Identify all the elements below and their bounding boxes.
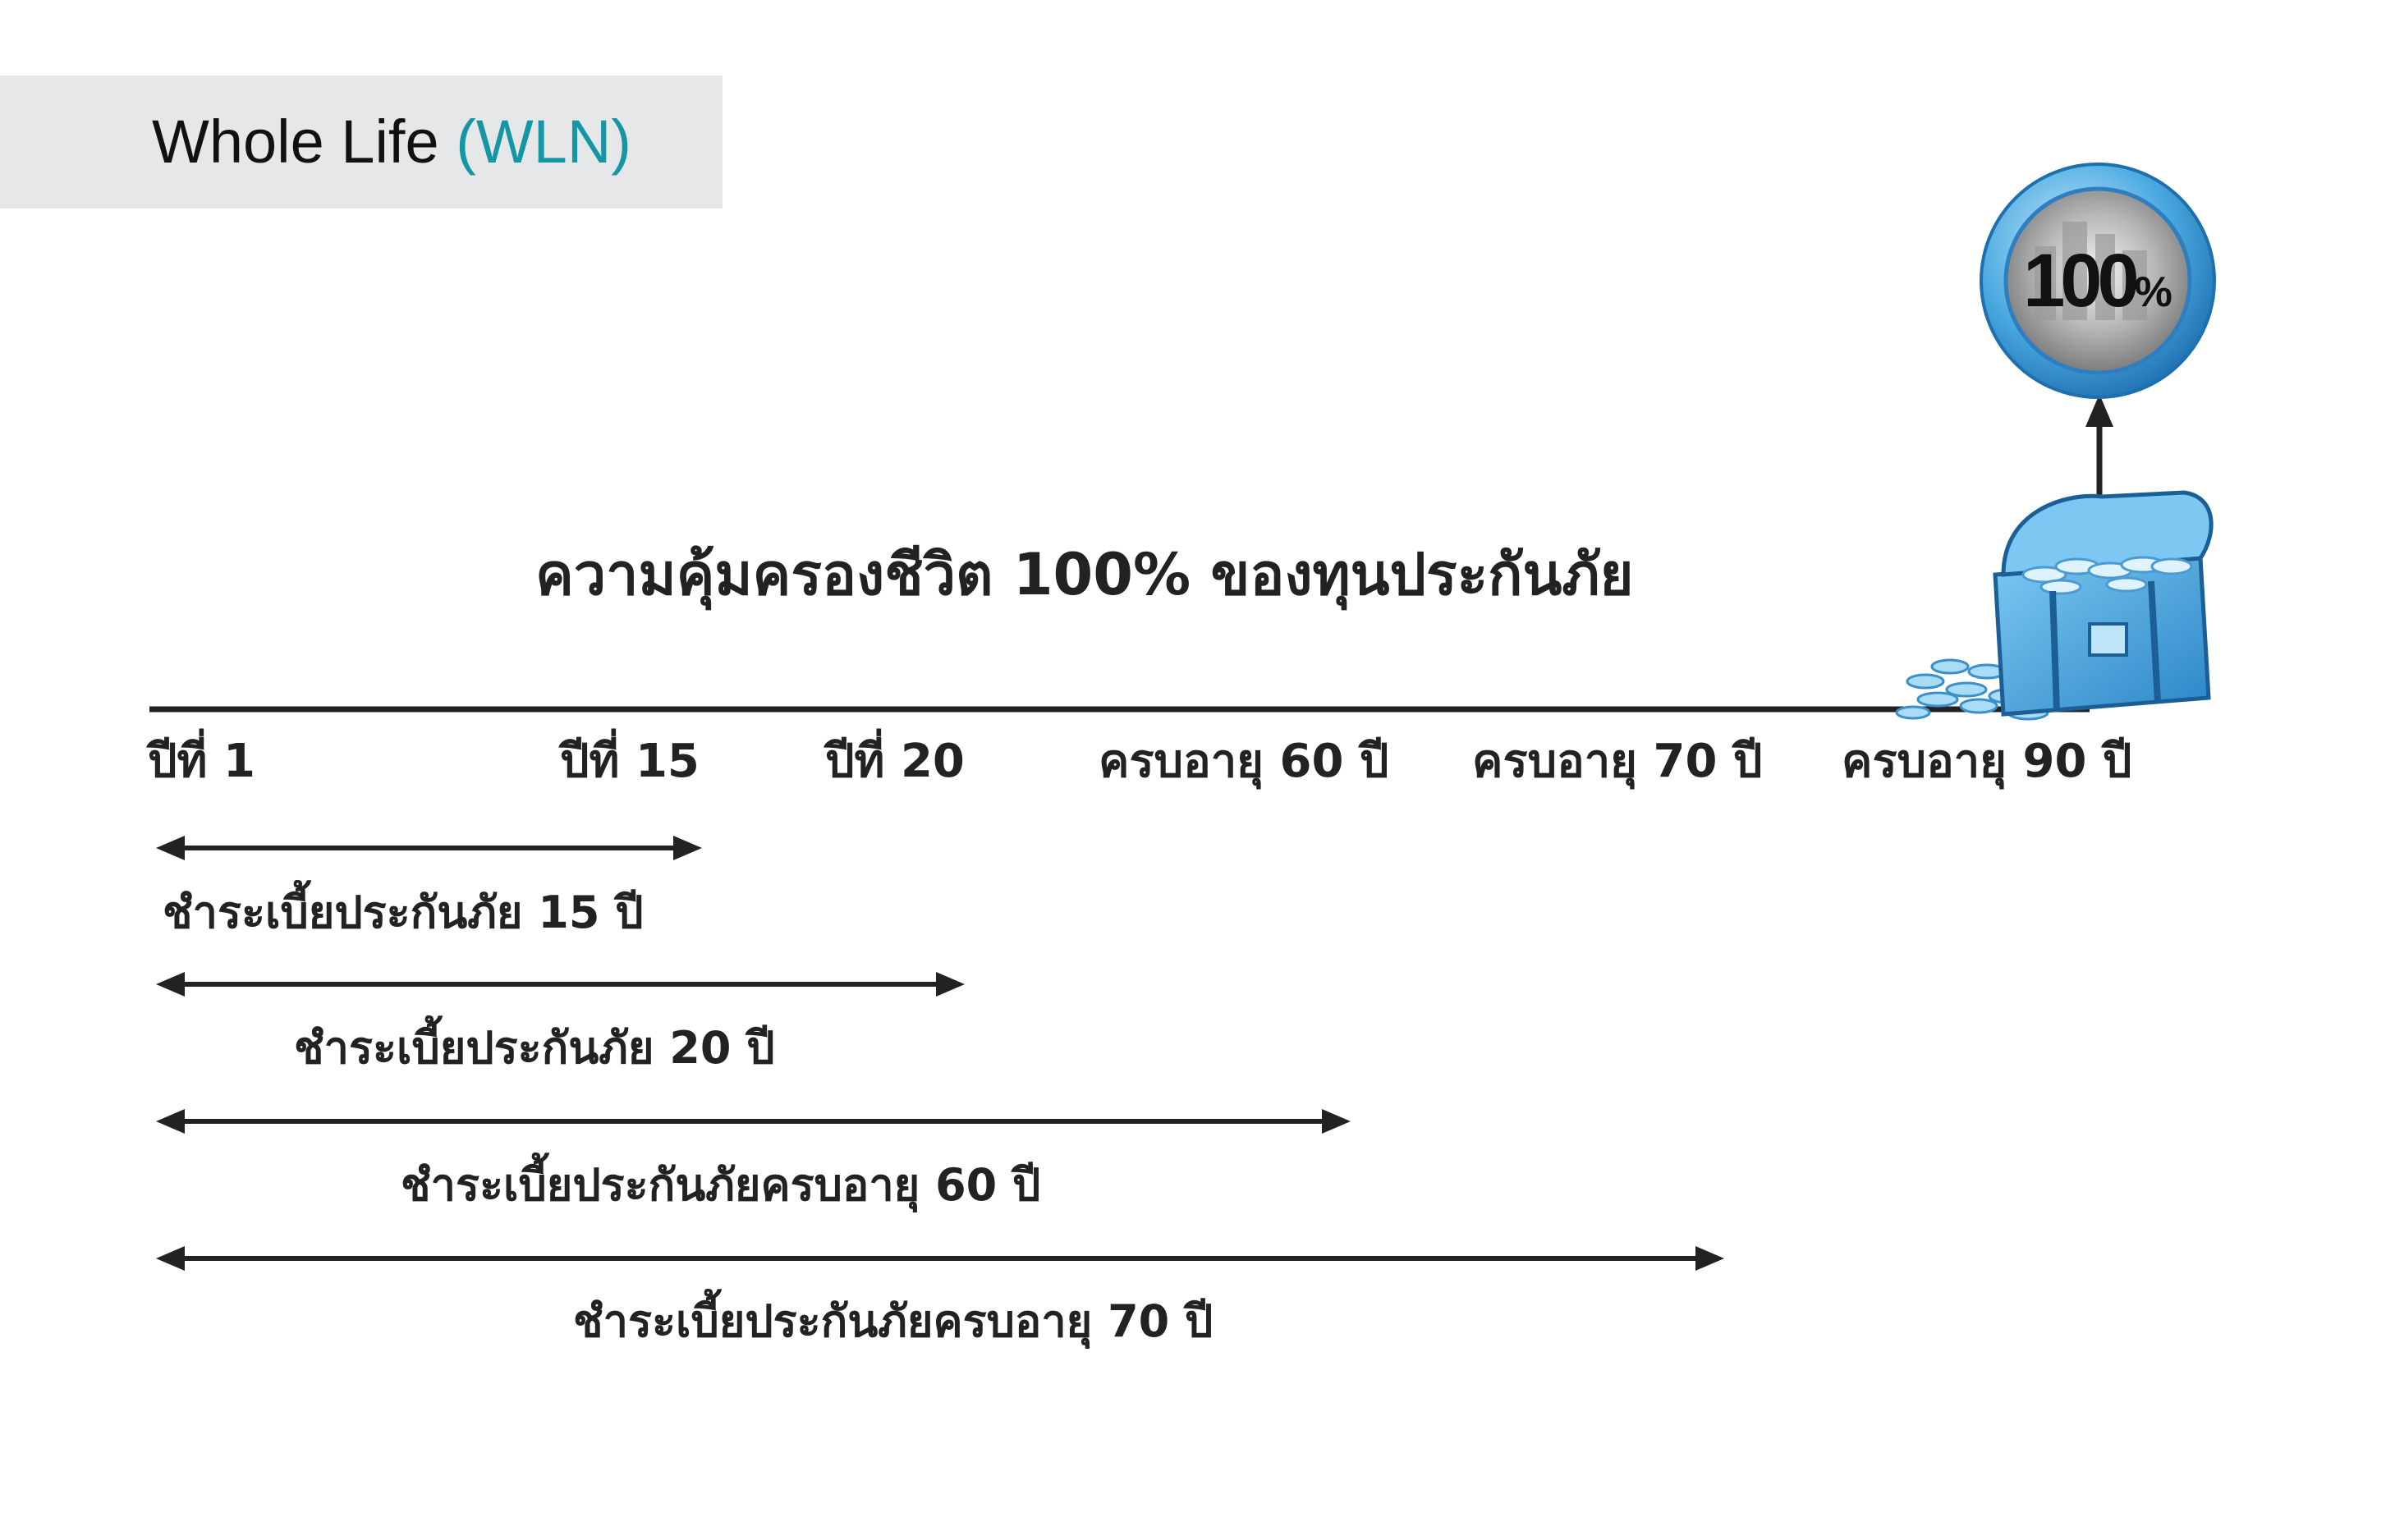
timeline-label-age-90: ครบอายุ 90 ปี bbox=[1842, 735, 2132, 788]
timeline-label-year-20: ปีที่ 20 bbox=[825, 735, 965, 788]
payment-arrow-age-60 bbox=[156, 1109, 1351, 1134]
diagram-title: ความคุ้มครองชีวิต 100% ของทุนประกันภัย bbox=[535, 541, 1634, 608]
payment-period-age-70: ชำระเบี้ยประกันภัยครบอายุ 70 ปี bbox=[573, 1295, 1214, 1347]
timeline-label-year-15: ปีที่ 15 bbox=[560, 735, 700, 788]
treasure-chest-icon bbox=[1895, 490, 2214, 721]
payment-arrow-15 bbox=[156, 836, 702, 860]
payment-period-age-60: ชำระเบี้ยประกันภัยครบอายุ 60 ปี bbox=[401, 1159, 1041, 1211]
payment-arrow-20 bbox=[156, 972, 965, 997]
payment-period-20: ชำระเบี้ยประกันภัย 20 ปี bbox=[294, 1022, 775, 1074]
timeline-label-age-60: ครบอายุ 60 ปี bbox=[1099, 735, 1389, 788]
coverage-badge-label: 100% bbox=[2023, 239, 2172, 323]
payment-arrow-age-70 bbox=[156, 1246, 1724, 1271]
timeline-label-age-70: ครบอายุ 70 ปี bbox=[1472, 735, 1763, 788]
payment-period-15: ชำระเบี้ยประกันภัย 15 ปี bbox=[163, 887, 644, 938]
timeline-label-year-1: ปีที่ 1 bbox=[148, 735, 255, 788]
